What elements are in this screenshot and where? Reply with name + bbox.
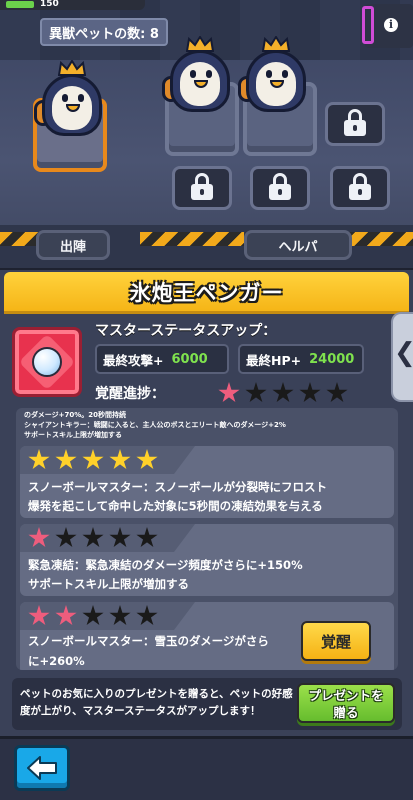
snowball-icon [32, 347, 62, 377]
skill-stars [28, 527, 163, 549]
penguin-pet-1[interactable] [34, 60, 108, 140]
stat-label: 最終攻撃+ [103, 352, 164, 368]
stat-label: 最終HP+ [246, 352, 302, 368]
gift-hint-text: ペットのお気に入りのプレゼントを贈ると、ペットの好感度が上がり、マスターステータ… [20, 688, 293, 717]
tab-helper[interactable]: ヘルパ [244, 230, 352, 260]
skill-item: 緊急凍結：緊急凍結のダメージ頻度がさらに+150% サポートスキル上限が増加する [20, 524, 394, 596]
skill-partial-line: のダメージ+70%。20秒間持続 [24, 411, 127, 419]
tab-deploy[interactable]: 出陣 [36, 230, 110, 260]
skill-text: サポートスキル上限が増加する [28, 577, 189, 591]
lock-icon [191, 173, 213, 202]
level-bar [6, 1, 34, 8]
skill-stars [28, 605, 163, 627]
skill-item: スノーボールマスター：スノーボールが分裂時にフロスト 爆発を起こして命中した対象… [20, 446, 394, 518]
give-gift-button[interactable]: プレゼントを 贈る [297, 683, 395, 723]
skill-text: スノーボールマスター：スノーボールが分裂時にフロスト [28, 480, 327, 494]
pet-habitat-scene: 150 異獣ペットの数: 8 i 出陣 ヘルパ [0, 0, 413, 268]
back-button[interactable] [14, 745, 70, 791]
awaken-button[interactable]: 覚醒 [301, 621, 371, 661]
star-empty-icon [82, 527, 104, 548]
skill-text: スノーボールマスター：雪玉のダメージがさら [28, 634, 269, 648]
star-empty-icon [136, 527, 158, 548]
stat-value: 6000 [171, 351, 208, 367]
locked-slot-1[interactable] [325, 102, 385, 146]
penguin-pet-3[interactable] [238, 36, 312, 116]
player-value: 150 [40, 0, 59, 9]
skill-text: 爆発を起こして命中した対象に5秒間の凍結効果を与える [28, 499, 323, 513]
lock-icon [269, 173, 291, 202]
neon-sign-decoration [362, 6, 374, 44]
skill-stars [28, 449, 163, 471]
awakening-progress-stars [218, 382, 353, 404]
star-filled-icon [55, 449, 77, 470]
skill-text: に+260% [28, 654, 85, 668]
star-filled-icon [28, 527, 50, 548]
gift-button-line2: 贈る [333, 705, 359, 720]
pet-name: 氷炮王ペンガー [129, 280, 284, 305]
locked-slot-4[interactable] [330, 166, 390, 210]
pet-detail-screen: 150 異獣ペットの数: 8 i 出陣 ヘルパ 氷炮王ペンガー マスターステータ… [0, 0, 413, 800]
pet-count-label: 異獣ペットの数: 8 [40, 18, 168, 46]
gift-button-line1: プレゼントを [308, 688, 384, 703]
stat-final-attack: 最終攻撃+ 6000 [95, 344, 229, 374]
hazard-stripe-left [0, 232, 40, 246]
star-empty-icon [326, 382, 348, 403]
star-empty-icon [136, 605, 158, 626]
back-arrow-icon [27, 756, 57, 780]
skill-partial-line: サポートスキル上限が増加する [24, 431, 122, 439]
lock-icon [349, 173, 371, 202]
lock-icon [344, 109, 366, 138]
star-empty-icon [109, 527, 131, 548]
star-empty-icon [272, 382, 294, 403]
awakening-progress-label: 覚醒進捗： [95, 386, 165, 402]
star-empty-icon [55, 527, 77, 548]
skill-partial-line: シャイアントキラー：戦闘に入ると、主人公のボスとエリート敵へのダメージ+2% [24, 421, 286, 429]
master-status-title: マスターステータスアップ： [95, 323, 277, 339]
pet-portrait [12, 327, 82, 397]
player-status-bar: 150 [0, 0, 145, 10]
title-bar: 氷炮王ペンガー [4, 272, 409, 314]
locked-slot-2[interactable] [172, 166, 232, 210]
stat-final-hp: 最終HP+ 24000 [238, 344, 364, 374]
penguin-pet-2[interactable] [162, 36, 236, 116]
chevron-left-icon: ❮ [394, 338, 413, 368]
star-filled-icon [28, 605, 50, 626]
star-filled-icon [218, 382, 240, 403]
stat-value: 24000 [309, 351, 355, 367]
star-empty-icon [82, 605, 104, 626]
hazard-stripe-mid [140, 232, 244, 246]
star-filled-icon [136, 449, 158, 470]
star-empty-icon [245, 382, 267, 403]
pet-detail-panel: 氷炮王ペンガー マスターステータスアップ： 最終攻撃+ 6000 最終HP+ 2… [0, 268, 413, 736]
info-icon[interactable]: i [384, 18, 398, 32]
star-filled-icon [109, 449, 131, 470]
star-filled-icon [55, 605, 77, 626]
star-filled-icon [28, 449, 50, 470]
star-filled-icon [82, 449, 104, 470]
star-empty-icon [109, 605, 131, 626]
skill-text: 緊急凍結：緊急凍結のダメージ頻度がさらに+150% [28, 558, 303, 572]
locked-slot-3[interactable] [250, 166, 310, 210]
side-panel-tab[interactable]: ❮ [391, 312, 413, 402]
star-empty-icon [299, 382, 321, 403]
